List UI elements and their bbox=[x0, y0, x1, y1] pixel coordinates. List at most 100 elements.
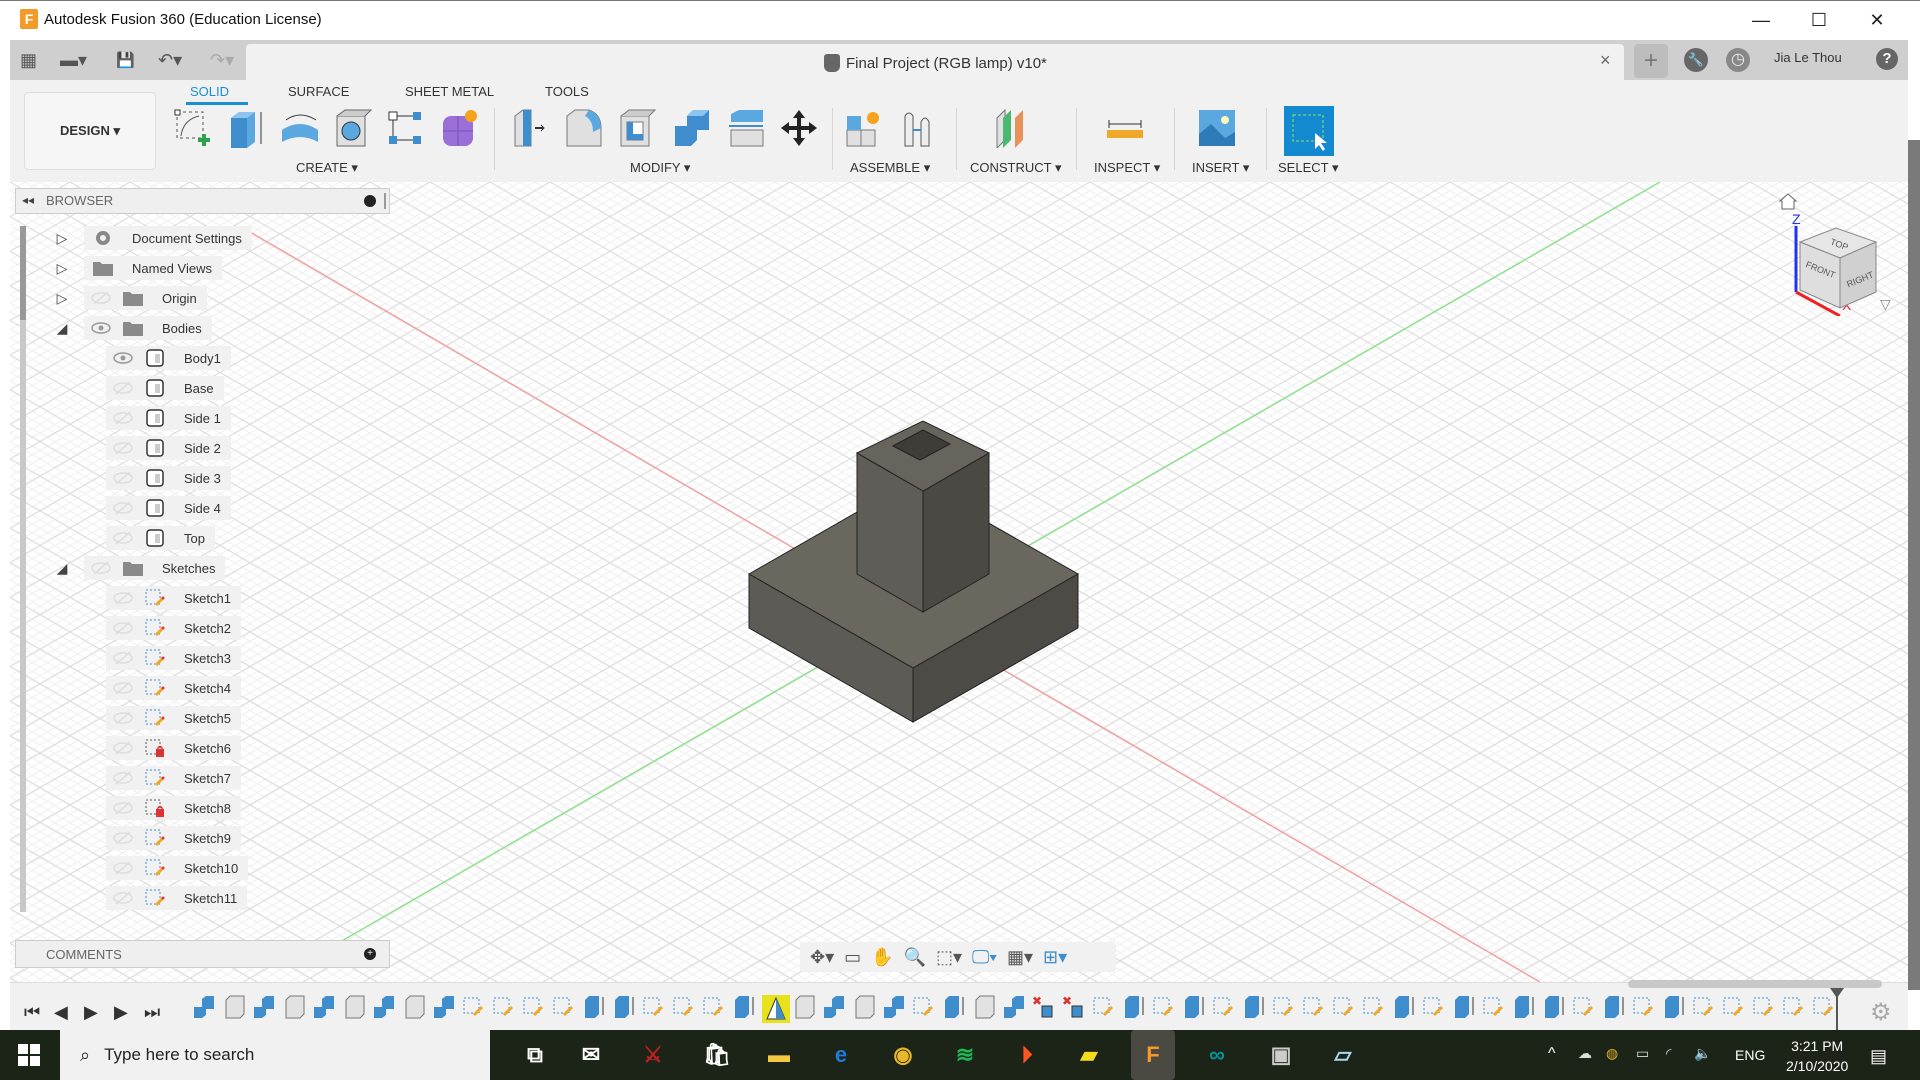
visibility-eye-hidden-icon[interactable] bbox=[110, 801, 136, 815]
visibility-eye-hidden-icon[interactable] bbox=[110, 621, 136, 635]
timeline-feature-sketch[interactable] bbox=[672, 995, 696, 1019]
timeline-marker-handle[interactable] bbox=[1830, 988, 1844, 998]
timeline-feature-sketch[interactable] bbox=[1212, 995, 1236, 1019]
browser-item-sketch1[interactable]: Sketch1 bbox=[52, 583, 352, 613]
browser-item-sketch6[interactable]: Sketch6 bbox=[52, 733, 352, 763]
visibility-eye-hidden-icon[interactable] bbox=[110, 711, 136, 725]
data-panel-grid-icon[interactable]: ▦ bbox=[20, 48, 37, 72]
right-edge-scrollbar[interactable] bbox=[1908, 140, 1920, 990]
timeline-feature-extrude-solid[interactable] bbox=[1602, 995, 1626, 1019]
taskbar-app-podcast-icon[interactable]: ⏵ bbox=[1010, 1038, 1044, 1072]
visibility-eye-hidden-icon[interactable] bbox=[110, 441, 136, 455]
browser-item-side-1[interactable]: Side 1 bbox=[52, 403, 352, 433]
timeline-feature-extrude[interactable] bbox=[402, 995, 426, 1019]
timeline-feature-extrude-solid[interactable] bbox=[1242, 995, 1266, 1019]
browser-item-side-2[interactable]: Side 2 bbox=[52, 433, 352, 463]
expand-toggle-icon[interactable]: ◢ bbox=[52, 560, 72, 577]
antivirus-icon[interactable]: ◍ bbox=[1606, 1045, 1618, 1062]
visibility-eye-hidden-icon[interactable] bbox=[110, 861, 136, 875]
timeline-feature-extrude[interactable] bbox=[282, 995, 306, 1019]
look-at-icon[interactable]: ▭ bbox=[844, 947, 861, 968]
timeline-feature-body[interactable] bbox=[1002, 995, 1026, 1019]
onedrive-icon[interactable]: ☁ bbox=[1578, 1045, 1592, 1062]
new-component-icon[interactable] bbox=[842, 106, 884, 150]
shell-icon[interactable] bbox=[616, 106, 658, 150]
visibility-eye-hidden-icon[interactable] bbox=[110, 591, 136, 605]
save-icon[interactable]: 💾 bbox=[116, 48, 135, 72]
user-account[interactable]: Jia Le Thou bbox=[1774, 50, 1842, 65]
timeline-feature-extrude[interactable] bbox=[792, 995, 816, 1019]
timeline-feature-sketch[interactable] bbox=[1302, 995, 1326, 1019]
timeline-feature-delete[interactable]: ✖ bbox=[1062, 994, 1086, 1019]
fit-icon[interactable]: ⬚▾ bbox=[936, 947, 962, 968]
timeline-feature-body[interactable] bbox=[432, 995, 456, 1019]
move-copy-icon[interactable] bbox=[778, 106, 820, 150]
taskbar-app-predator-icon[interactable]: ⚔ bbox=[636, 1038, 670, 1072]
pan-icon[interactable]: ✋ bbox=[871, 947, 893, 968]
browser-item-sketch8[interactable]: Sketch8 bbox=[52, 793, 352, 823]
visibility-eye-hidden-icon[interactable] bbox=[88, 291, 114, 305]
browser-resize-handle[interactable] bbox=[384, 193, 386, 209]
timeline-feature-extrude-solid[interactable] bbox=[1122, 995, 1146, 1019]
pattern-icon[interactable] bbox=[384, 106, 426, 150]
modify-menu[interactable]: MODIFY ▾ bbox=[630, 160, 690, 176]
timeline-feature-body[interactable] bbox=[372, 995, 396, 1019]
wifi-icon[interactable]: ◜ bbox=[1666, 1045, 1671, 1062]
battery-icon[interactable]: ▭ bbox=[1636, 1045, 1649, 1062]
timeline-feature-sketch[interactable] bbox=[1692, 995, 1716, 1019]
revolve-icon[interactable] bbox=[278, 106, 320, 150]
joint-icon[interactable] bbox=[896, 106, 938, 150]
display-settings-icon[interactable]: 🖵▾ bbox=[972, 947, 997, 968]
expand-toggle-icon[interactable]: ◢ bbox=[52, 320, 72, 337]
timeline-feature-sketch[interactable] bbox=[1332, 995, 1356, 1019]
visibility-eye-hidden-icon[interactable] bbox=[110, 471, 136, 485]
timeline-feature-sketch[interactable] bbox=[1722, 995, 1746, 1019]
workspace-switcher[interactable]: DESIGN ▾ bbox=[24, 92, 156, 170]
browser-item-sketch9[interactable]: Sketch9 bbox=[52, 823, 352, 853]
browser-item-sketches[interactable]: ◢ Sketches bbox=[52, 553, 352, 583]
maximize-button[interactable]: ☐ bbox=[1796, 6, 1842, 34]
visibility-eye-hidden-icon[interactable] bbox=[88, 561, 114, 575]
timeline-feature-warning[interactable] bbox=[762, 995, 790, 1023]
timeline-feature-sketch[interactable] bbox=[492, 995, 516, 1019]
system-clock[interactable]: 3:21 PM 2/10/2020 bbox=[1786, 1036, 1848, 1076]
timeline-feature-extrude-solid[interactable] bbox=[1542, 995, 1566, 1019]
timeline-feature-body[interactable] bbox=[192, 995, 216, 1019]
insert-canvas-icon[interactable] bbox=[1196, 106, 1238, 150]
timeline-feature-sketch[interactable] bbox=[1422, 995, 1446, 1019]
browser-item-document-settings[interactable]: ▷ Document Settings bbox=[52, 223, 352, 253]
document-tab[interactable]: Final Project (RGB lamp) v10* × bbox=[246, 44, 1624, 80]
browser-item-sketch5[interactable]: Sketch5 bbox=[52, 703, 352, 733]
select-icon[interactable] bbox=[1284, 106, 1334, 156]
timeline-feature-sketch[interactable] bbox=[522, 995, 546, 1019]
taskbar-app-task-view-icon[interactable]: ⧉ bbox=[518, 1038, 552, 1072]
new-tab-button[interactable]: + bbox=[1634, 44, 1668, 78]
visibility-eye-hidden-icon[interactable] bbox=[110, 741, 136, 755]
action-center-icon[interactable]: ▤ bbox=[1870, 1046, 1887, 1067]
viewcube-menu-icon[interactable]: ▽ bbox=[1880, 296, 1891, 313]
combine-icon[interactable] bbox=[670, 106, 712, 150]
browser-item-sketch3[interactable]: Sketch3 bbox=[52, 643, 352, 673]
browser-item-sketch2[interactable]: Sketch2 bbox=[52, 613, 352, 643]
visibility-eye-hidden-icon[interactable] bbox=[110, 651, 136, 665]
timeline-feature-extrude-solid[interactable] bbox=[1392, 995, 1416, 1019]
create-sketch-icon[interactable] bbox=[172, 106, 214, 150]
timeline-last-button[interactable]: ⏭ bbox=[144, 1002, 160, 1023]
extrude-icon[interactable] bbox=[224, 106, 266, 150]
zoom-icon[interactable]: 🔍 bbox=[904, 947, 926, 968]
browser-item-sketch11[interactable]: Sketch11 bbox=[52, 883, 352, 913]
timeline-feature-body[interactable] bbox=[882, 995, 906, 1019]
browser-item-base[interactable]: Base bbox=[52, 373, 352, 403]
timeline-feature-sketch[interactable] bbox=[1572, 995, 1596, 1019]
timeline-feature-sketch[interactable] bbox=[1152, 995, 1176, 1019]
taskbar-search-box[interactable]: ⌕ Type here to search bbox=[60, 1030, 490, 1080]
timeline-next-button[interactable]: ▶ bbox=[114, 1002, 128, 1023]
timeline-feature-sketch[interactable] bbox=[702, 995, 726, 1019]
timeline-feature-extrude[interactable] bbox=[972, 995, 996, 1019]
visibility-eye-hidden-icon[interactable] bbox=[110, 381, 136, 395]
taskbar-app-fusion360-icon[interactable]: F bbox=[1131, 1030, 1175, 1080]
timeline-feature-extrude-solid[interactable] bbox=[1512, 995, 1536, 1019]
expand-toggle-icon[interactable]: ▷ bbox=[52, 230, 72, 247]
browser-item-sketch4[interactable]: Sketch4 bbox=[52, 673, 352, 703]
orbit-icon[interactable]: ✥▾ bbox=[810, 947, 834, 968]
